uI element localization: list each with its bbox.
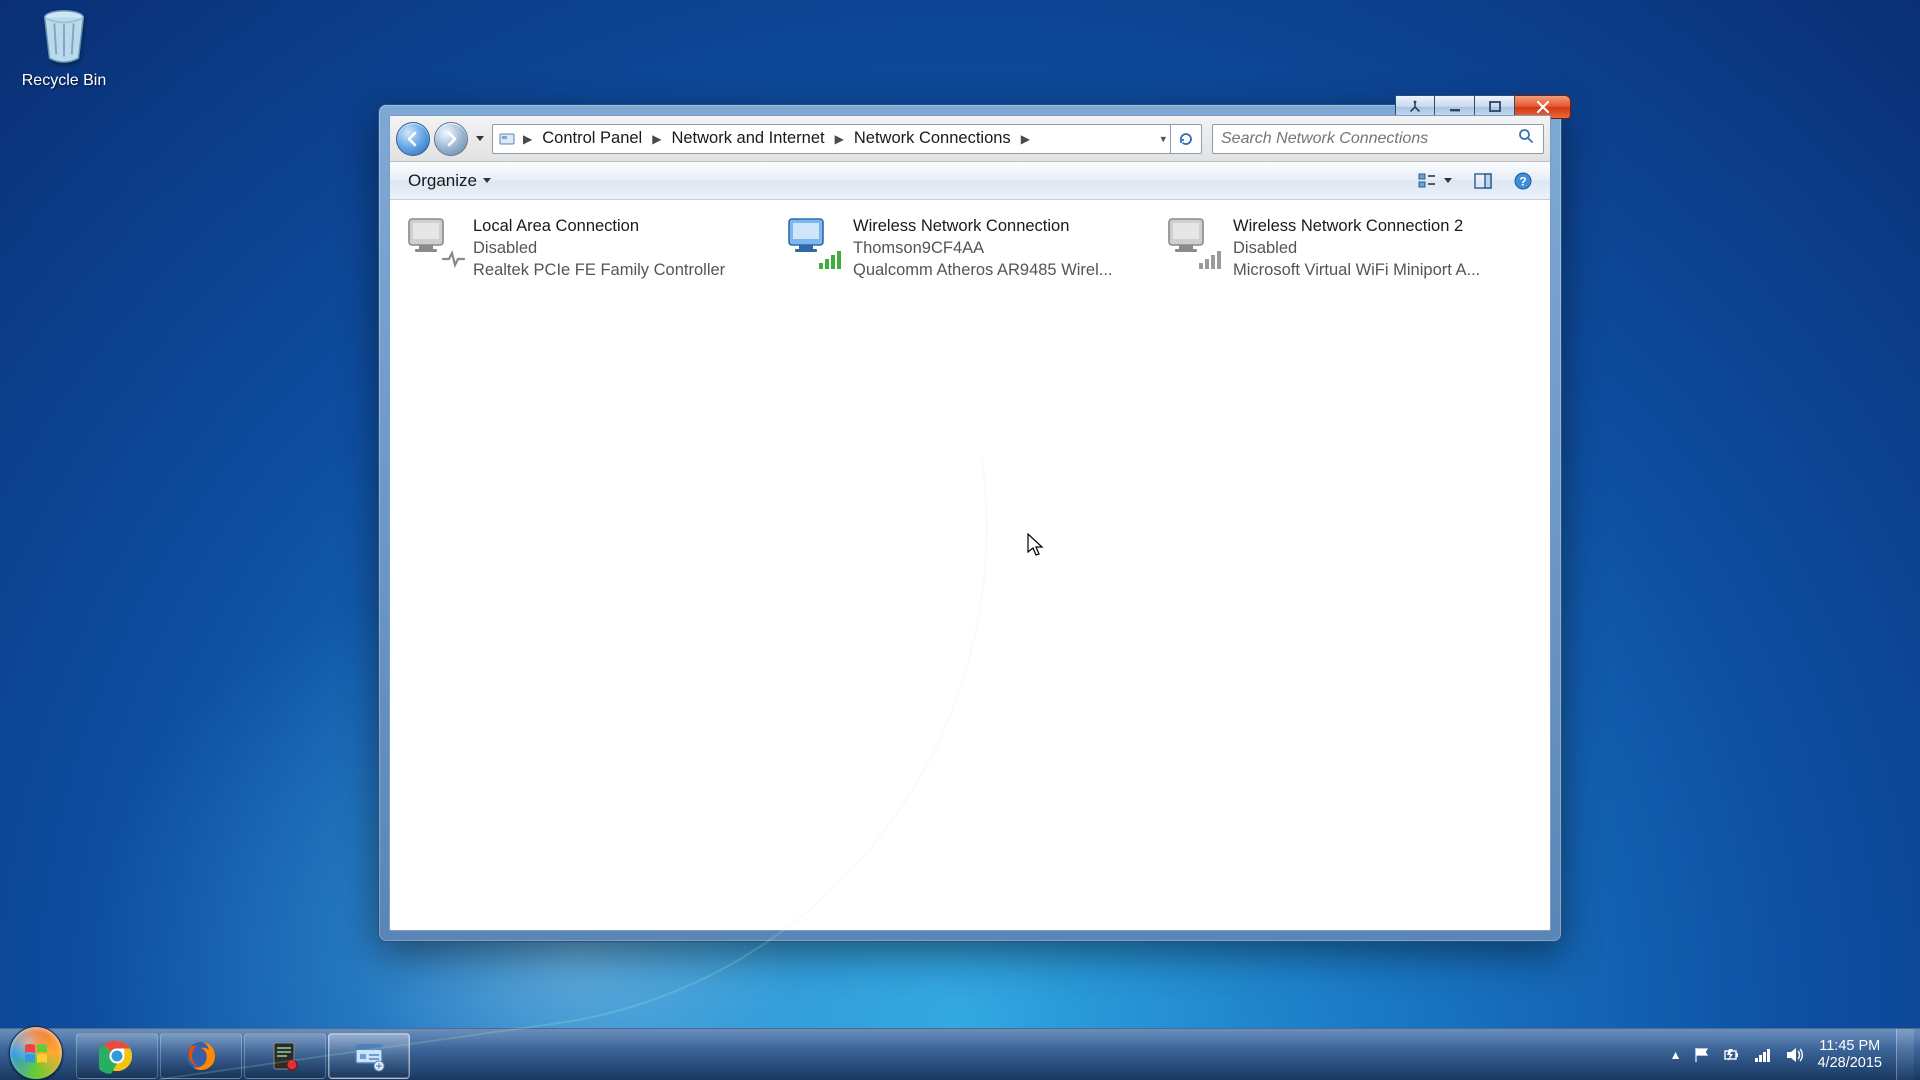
connection-status: Disabled [1233, 237, 1480, 259]
breadcrumb-network-connections[interactable]: Network Connections [848, 129, 1017, 148]
connection-item[interactable]: Local Area Connection Disabled Realtek P… [398, 210, 776, 286]
minimize-icon [1448, 100, 1462, 114]
recycle-bin-label: Recycle Bin [14, 72, 114, 90]
close-icon [1535, 99, 1551, 115]
connection-name: Wireless Network Connection [853, 215, 1113, 237]
breadcrumb-separator[interactable]: ▶ [519, 132, 536, 146]
maximize-icon [1488, 100, 1502, 114]
firefox-icon [183, 1038, 219, 1074]
breadcrumb-network-internet[interactable]: Network and Internet [665, 129, 830, 148]
connection-name: Local Area Connection [473, 215, 725, 237]
connection-text: Wireless Network Connection Thomson9CF4A… [853, 215, 1113, 281]
network-adapter-icon [405, 215, 465, 273]
recycle-bin-icon [33, 6, 95, 68]
breadcrumb-separator[interactable]: ▶ [648, 132, 665, 146]
network-adapter-icon [1165, 215, 1225, 273]
connection-status: Disabled [473, 237, 725, 259]
toolbar: Organize [390, 162, 1550, 200]
chevron-down-icon [1444, 178, 1452, 183]
taskbar-app[interactable] [244, 1033, 326, 1079]
taskbar-chrome[interactable] [76, 1033, 158, 1079]
connection-adapter: Qualcomm Atheros AR9485 Wirel... [853, 259, 1113, 281]
address-bar-row: ▶ Control Panel ▶ Network and Internet ▶… [390, 116, 1550, 162]
search-icon[interactable] [1517, 127, 1535, 150]
help-button[interactable]: ? [1506, 167, 1540, 195]
breadcrumb-separator[interactable]: ▶ [1017, 132, 1034, 146]
breadcrumb-control-panel[interactable]: Control Panel [536, 129, 648, 148]
search-box[interactable] [1212, 124, 1544, 154]
search-input[interactable] [1221, 130, 1517, 148]
organize-button[interactable]: Organize [400, 167, 499, 195]
volume-tray-icon[interactable] [1785, 1046, 1805, 1064]
taskbar-control-panel[interactable] [328, 1033, 410, 1079]
power-tray-icon[interactable] [1723, 1046, 1741, 1064]
chevron-down-icon [483, 178, 491, 183]
help-icon: ? [1513, 171, 1533, 191]
tray-time-text: 11:45 PM [1817, 1038, 1882, 1055]
nav-back-button[interactable] [396, 122, 430, 156]
preview-pane-icon [1473, 171, 1493, 191]
tray-clock[interactable]: 11:45 PM 4/28/2015 [1817, 1038, 1884, 1072]
explorer-window: ▶ Control Panel ▶ Network and Internet ▶… [378, 104, 1562, 942]
connection-status: Thomson9CF4AA [853, 237, 1113, 259]
tray-date-text: 4/28/2015 [1817, 1055, 1882, 1072]
taskbar-items [72, 1029, 410, 1080]
view-dropdown[interactable] [1444, 175, 1460, 186]
connection-text: Wireless Network Connection 2 Disabled M… [1233, 215, 1480, 281]
system-tray: ▲ 11:45 PM 4/28/2015 [1656, 1029, 1920, 1080]
tray-show-hidden[interactable]: ▲ [1670, 1048, 1682, 1062]
connection-item[interactable]: Wireless Network Connection 2 Disabled M… [1158, 210, 1536, 286]
refresh-icon [1177, 130, 1195, 148]
view-mode-button[interactable] [1410, 167, 1460, 195]
address-bar[interactable]: ▶ Control Panel ▶ Network and Internet ▶… [492, 124, 1171, 154]
svg-text:?: ? [1519, 174, 1526, 188]
content-area[interactable]: Local Area Connection Disabled Realtek P… [390, 200, 1550, 930]
refresh-button[interactable] [1170, 124, 1202, 154]
windows-flag-icon [23, 1041, 49, 1067]
taskbar-firefox[interactable] [160, 1033, 242, 1079]
connection-item[interactable]: Wireless Network Connection Thomson9CF4A… [778, 210, 1156, 286]
nav-forward-button[interactable] [434, 122, 468, 156]
view-icon [1417, 171, 1437, 191]
arrow-right-icon [442, 130, 460, 148]
wifi-tray-icon[interactable] [1753, 1046, 1773, 1064]
connection-adapter: Microsoft Virtual WiFi Miniport A... [1233, 259, 1480, 281]
taskbar: ▲ 11:45 PM 4/28/2015 [0, 1028, 1920, 1080]
control-panel-icon [351, 1038, 387, 1074]
recycle-bin[interactable]: Recycle Bin [14, 6, 114, 90]
start-button[interactable] [0, 1029, 72, 1080]
connection-text: Local Area Connection Disabled Realtek P… [473, 215, 725, 281]
chrome-icon [99, 1038, 135, 1074]
breadcrumb-separator[interactable]: ▶ [831, 132, 848, 146]
address-dropdown[interactable]: ▾ [1160, 132, 1166, 145]
nav-recent-dropdown[interactable] [472, 122, 488, 156]
organize-label: Organize [408, 171, 477, 191]
connection-name: Wireless Network Connection 2 [1233, 215, 1480, 237]
arrow-left-icon [404, 130, 422, 148]
connection-adapter: Realtek PCIe FE Family Controller [473, 259, 725, 281]
mouse-cursor-icon [1026, 532, 1046, 558]
location-icon [497, 129, 517, 149]
chevron-down-icon [476, 136, 484, 141]
preview-pane-button[interactable] [1466, 167, 1500, 195]
flag-tray-icon[interactable] [1693, 1046, 1711, 1064]
network-adapter-icon [785, 215, 845, 273]
notepad-app-icon [268, 1039, 302, 1073]
desktop[interactable]: Recycle Bin [0, 0, 1920, 1080]
show-desktop-button[interactable] [1896, 1029, 1914, 1080]
fork-icon [1408, 100, 1422, 114]
